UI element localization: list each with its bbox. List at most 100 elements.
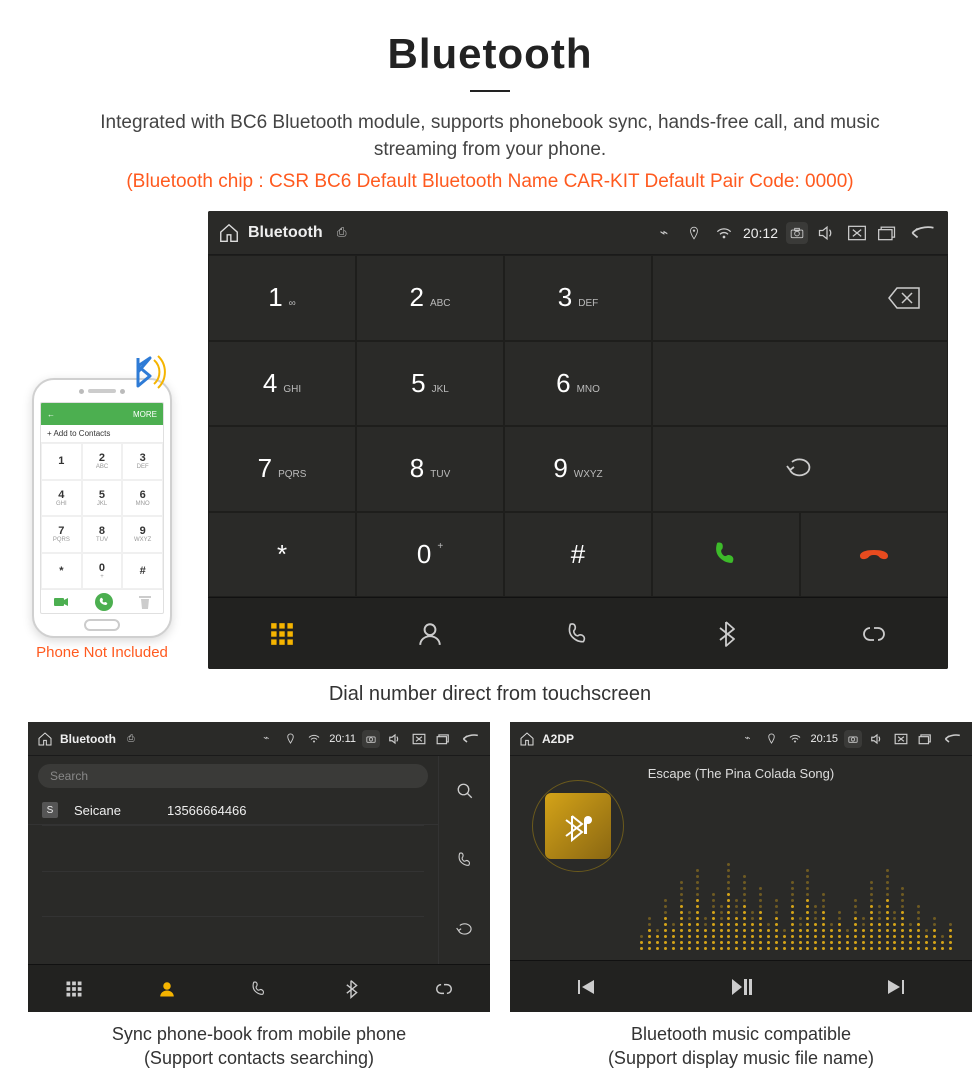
bluetooth-spec: (Bluetooth chip : CSR BC6 Default Blueto…: [0, 171, 980, 193]
phone-keypad: 1 2ABC 3DEF 4GHI 5JKL 6MNO 7PQRS 8TUV 9W…: [41, 443, 163, 589]
dialer-screen: Bluetooth ⎙ ⌁ 20:12: [208, 211, 948, 669]
volume-icon[interactable]: [816, 222, 838, 244]
contacts-caption-2: (Support contacts searching): [28, 1046, 490, 1070]
tab-dialpad[interactable]: [208, 598, 356, 669]
key-2[interactable]: 2ABC: [356, 255, 504, 341]
screen-title: A2DP: [542, 732, 574, 746]
contact-initial-badge: S: [42, 802, 58, 818]
prev-track-button[interactable]: [510, 961, 664, 1012]
tab-pair[interactable]: [398, 965, 490, 1012]
music-topbar: A2DP ⌁ 20:15: [510, 722, 972, 756]
screenshot-icon[interactable]: [362, 730, 380, 748]
close-screen-icon[interactable]: [892, 730, 910, 748]
location-icon: [683, 222, 705, 244]
phone-delete-icon: [139, 595, 151, 609]
key-hash[interactable]: #: [504, 512, 652, 598]
recent-apps-icon[interactable]: [434, 730, 452, 748]
screenshot-icon[interactable]: [844, 730, 862, 748]
side-sync-icon[interactable]: [438, 895, 490, 964]
clock-label: 20:15: [810, 733, 838, 745]
music-screen: A2DP ⌁ 20:15 Escape (The Pina Colada Son…: [510, 722, 972, 1012]
music-bluetooth-icon: [558, 806, 598, 846]
tab-pair[interactable]: [800, 598, 948, 669]
key-7[interactable]: 7PQRS: [208, 426, 356, 512]
recent-apps-icon[interactable]: [916, 730, 934, 748]
phone-video-icon: [53, 596, 69, 608]
side-call-icon[interactable]: [438, 826, 490, 895]
track-title: Escape (The Pina Colada Song): [648, 766, 834, 781]
key-1[interactable]: 1∞: [208, 255, 356, 341]
contact-row[interactable]: S Seicane 13566664466: [28, 796, 438, 825]
tab-history[interactable]: [504, 598, 652, 669]
contacts-caption-1: Sync phone-book from mobile phone: [28, 1022, 490, 1046]
key-blank-row2: [652, 341, 948, 427]
next-track-button[interactable]: [818, 961, 972, 1012]
title-underline: [470, 90, 510, 92]
phone-back-icon: ←: [47, 410, 55, 419]
key-8[interactable]: 8TUV: [356, 426, 504, 512]
dialer-caption: Dial number direct from touchscreen: [0, 683, 980, 706]
screenshot-icon[interactable]: [786, 222, 808, 244]
key-redial[interactable]: [652, 426, 948, 512]
key-6[interactable]: 6MNO: [504, 341, 652, 427]
key-3[interactable]: 3DEF: [504, 255, 652, 341]
tab-contacts[interactable]: [120, 965, 212, 1012]
recent-apps-icon[interactable]: [876, 222, 898, 244]
close-screen-icon[interactable]: [410, 730, 428, 748]
back-icon[interactable]: [906, 222, 938, 244]
back-icon[interactable]: [940, 730, 964, 748]
music-caption-1: Bluetooth music compatible: [510, 1022, 972, 1046]
wifi-icon: [305, 730, 323, 748]
screen-title: Bluetooth: [248, 224, 323, 242]
usb-icon: ⎙: [331, 222, 353, 244]
side-search-icon[interactable]: [438, 756, 490, 825]
wifi-icon: [786, 730, 804, 748]
key-0[interactable]: 0+: [356, 512, 504, 598]
home-icon[interactable]: [36, 730, 54, 748]
bluetooth-status-icon: ⌁: [653, 222, 675, 244]
phone-illustration: ← MORE + Add to Contacts 1 2ABC 3DEF 4GH…: [18, 378, 186, 669]
clock-label: 20:11: [329, 733, 356, 745]
home-icon[interactable]: [218, 222, 240, 244]
tab-history[interactable]: [213, 965, 305, 1012]
volume-icon[interactable]: [386, 730, 404, 748]
phone-add-contacts: + Add to Contacts: [41, 425, 163, 443]
tab-bluetooth[interactable]: [652, 598, 800, 669]
back-icon[interactable]: [458, 730, 482, 748]
tab-contacts[interactable]: [356, 598, 504, 669]
tab-dialpad[interactable]: [28, 965, 120, 1012]
page-title: Bluetooth: [0, 30, 980, 78]
key-hangup[interactable]: [800, 512, 948, 598]
key-star[interactable]: *: [208, 512, 356, 598]
play-pause-button[interactable]: [664, 961, 818, 1012]
key-call[interactable]: [652, 512, 800, 598]
location-icon: [762, 730, 780, 748]
bluetooth-status-icon: ⌁: [738, 730, 756, 748]
equalizer-visualizer: [640, 806, 952, 950]
key-5[interactable]: 5JKL: [356, 341, 504, 427]
phone-not-included-label: Phone Not Included: [18, 644, 186, 661]
clock-label: 20:12: [743, 225, 778, 241]
dialer-topbar: Bluetooth ⎙ ⌁ 20:12: [208, 211, 948, 255]
key-9[interactable]: 9WXYZ: [504, 426, 652, 512]
page-description: Integrated with BC6 Bluetooth module, su…: [60, 110, 920, 163]
key-backspace[interactable]: [652, 255, 948, 341]
contacts-topbar: Bluetooth ⎙ ⌁ 20:11: [28, 722, 490, 756]
screen-title: Bluetooth: [60, 732, 116, 746]
home-icon[interactable]: [518, 730, 536, 748]
music-caption-2: (Support display music file name): [510, 1046, 972, 1070]
wifi-icon: [713, 222, 735, 244]
phone-more-label: MORE: [133, 410, 157, 419]
tab-bluetooth[interactable]: [305, 965, 397, 1012]
contacts-screen: Bluetooth ⎙ ⌁ 20:11 Search S Seicane: [28, 722, 490, 1012]
key-4[interactable]: 4GHI: [208, 341, 356, 427]
contact-number: 13566664466: [167, 803, 247, 818]
phone-call-icon: [94, 592, 114, 612]
bluetooth-status-icon: ⌁: [257, 730, 275, 748]
usb-icon: ⎙: [122, 730, 140, 748]
volume-icon[interactable]: [868, 730, 886, 748]
contact-name: Seicane: [74, 803, 121, 818]
close-screen-icon[interactable]: [846, 222, 868, 244]
search-input[interactable]: Search: [38, 764, 428, 788]
bluetooth-signal-icon: [126, 348, 174, 396]
